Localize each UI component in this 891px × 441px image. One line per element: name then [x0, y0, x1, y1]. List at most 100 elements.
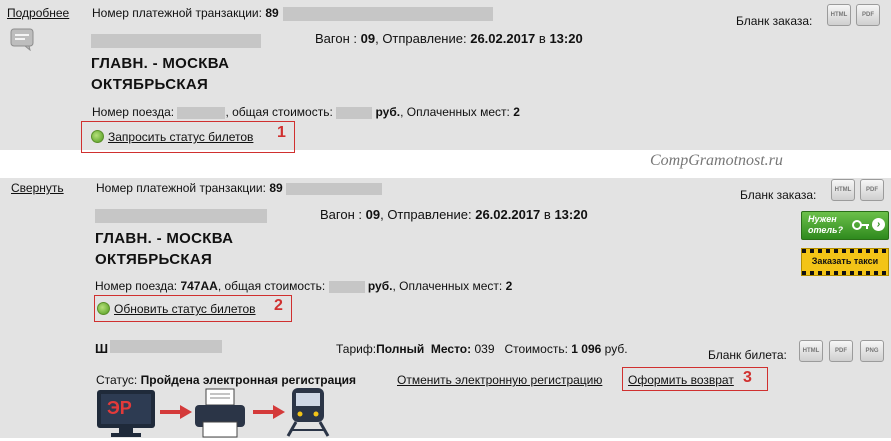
transaction-label: Номер платежной транзакции:	[96, 181, 266, 195]
departure-in: в	[538, 31, 546, 46]
redacted-passenger	[91, 34, 261, 48]
arrow-circle-icon: ›	[872, 218, 885, 231]
order-panel-2: Свернуть Номер платежной транзакции: 89 …	[0, 178, 891, 438]
train-row: Номер поезда: , общая стоимость: руб., О…	[92, 105, 520, 119]
ticket-details: Тариф:Полный Место: 039 Стоимость: 1 096…	[336, 342, 628, 356]
printer-icon	[193, 388, 247, 441]
route-from: ГЛАВН. - МОСКВА	[91, 55, 230, 72]
transaction-prefix: 89	[269, 181, 283, 195]
hotel-promo-label: Нужен отель?	[808, 214, 843, 235]
redacted-cost	[328, 280, 365, 293]
annotation-number-1: 1	[277, 124, 286, 141]
train-value: 747АА	[180, 279, 218, 293]
transaction-label: Номер платежной транзакции:	[92, 6, 262, 20]
wagon-departure: Вагон : 09, Отправление: 26.02.2017 в 13…	[320, 207, 588, 222]
seat-value: 039	[474, 342, 495, 356]
wagon-departure: Вагон : 09, Отправление: 26.02.2017 в 13…	[315, 31, 583, 46]
annotation-number-3: 3	[743, 369, 752, 386]
cancel-registration-link[interactable]: Отменить электронную регистрацию	[397, 373, 602, 387]
pdf-download-icon[interactable]: PDF	[860, 179, 884, 201]
details-link[interactable]: Подробнее	[7, 6, 69, 20]
wagon-value: 09	[365, 207, 381, 222]
passenger-initial: Ш	[95, 341, 109, 356]
transaction-prefix: 89	[265, 6, 279, 20]
redacted-transaction	[286, 182, 383, 195]
train-row: Номер поезда: 747АА, общая стоимость: ру…	[95, 279, 512, 293]
wagon-label: Вагон :	[315, 31, 357, 46]
status-label: Статус:	[96, 373, 138, 387]
departure-time: 13:20	[549, 31, 583, 46]
train-icon	[286, 386, 330, 441]
tariff-value: Полный	[376, 342, 425, 356]
status-value: Пройдена электронная регистрация	[140, 373, 357, 387]
key-icon	[852, 218, 870, 234]
currency: руб.	[367, 279, 393, 293]
tariff-label: Тариф:	[336, 342, 377, 356]
departure-date: 26.02.2017	[475, 207, 541, 222]
request-status-link[interactable]: Запросить статус билетов	[91, 130, 253, 144]
currency: руб.	[375, 105, 401, 119]
cost-label: , общая стоимость:	[225, 105, 333, 119]
redacted-passenger	[95, 209, 267, 223]
wagon-value: 09	[360, 31, 376, 46]
update-status-link[interactable]: Обновить статус билетов	[97, 302, 256, 316]
ticket-currency: руб.	[604, 342, 628, 356]
paid-value: 2	[505, 279, 513, 293]
taxi-checker-top	[802, 249, 888, 253]
paid-value: 2	[513, 105, 520, 119]
update-status-label[interactable]: Обновить статус билетов	[114, 302, 256, 316]
train-label: Номер поезда:	[95, 279, 178, 293]
route-from: ГЛАВН. - МОСКВА	[95, 230, 234, 247]
paid-label: , Оплаченных мест:	[400, 105, 510, 119]
hotel-promo-button[interactable]: Нужен отель? ›	[801, 211, 889, 240]
html-download-icon[interactable]: HTML	[831, 179, 855, 201]
departure-label: , Отправление:	[380, 207, 472, 222]
annotation-number-2: 2	[274, 297, 283, 314]
route-to: ОКТЯБРЬСКАЯ	[95, 251, 213, 268]
order-panel-1: Подробнее Номер платежной транзакции: 89…	[0, 0, 891, 153]
seat-label: Место:	[430, 342, 472, 356]
route-to: ОКТЯБРЬСКАЯ	[91, 76, 209, 93]
status-row: Статус: Пройдена электронная регистрация	[96, 373, 356, 387]
er-monitor-icon: ЭР	[95, 388, 157, 438]
wagon-label: Вагон :	[320, 207, 362, 222]
redacted-transaction	[283, 6, 494, 21]
redacted-train	[177, 106, 226, 119]
redacted-passenger-name	[110, 340, 222, 353]
request-status-label[interactable]: Запросить статус билетов	[108, 130, 253, 144]
departure-time: 13:20	[554, 207, 588, 222]
message-icon[interactable]	[10, 27, 34, 52]
transaction-row: Номер платежной транзакции: 89	[92, 6, 494, 21]
ticket-cost-value: 1 096	[571, 342, 602, 356]
ticket-form-label: Бланк билета:	[708, 348, 787, 362]
html-ticket-icon[interactable]: HTML	[799, 340, 823, 362]
pdf-download-icon[interactable]: PDF	[856, 4, 880, 26]
collapse-link[interactable]: Свернуть	[11, 181, 64, 195]
arrow-right-icon	[253, 405, 285, 422]
taxi-promo-label: Заказать такси	[811, 256, 879, 266]
refresh-icon	[91, 130, 104, 143]
er-badge: ЭР	[107, 398, 132, 418]
html-download-icon[interactable]: HTML	[827, 4, 851, 26]
pdf-ticket-icon[interactable]: PDF	[829, 340, 853, 362]
departure-in: в	[543, 207, 551, 222]
train-label: Номер поезда:	[92, 105, 175, 119]
taxi-promo-button[interactable]: Заказать такси	[801, 248, 889, 276]
route: ГЛАВН. - МОСКВА ОКТЯБРЬСКАЯ	[95, 228, 233, 270]
transaction-row: Номер платежной транзакции: 89	[96, 181, 383, 195]
refund-link[interactable]: Оформить возврат	[628, 373, 734, 387]
cost-label: , общая стоимость:	[217, 279, 326, 293]
order-form-label: Бланк заказа:	[740, 188, 817, 202]
departure-label: , Отправление:	[375, 31, 467, 46]
watermark: CompGramotnost.ru	[650, 152, 783, 169]
refresh-icon	[97, 302, 110, 315]
ticket-cost-label: Стоимость:	[504, 342, 568, 356]
order-form-label: Бланк заказа:	[736, 14, 813, 28]
png-ticket-icon[interactable]: PNG	[860, 340, 884, 362]
route: ГЛАВН. - МОСКВА ОКТЯБРЬСКАЯ	[91, 53, 229, 95]
departure-date: 26.02.2017	[470, 31, 536, 46]
arrow-right-icon	[160, 405, 192, 422]
redacted-cost	[336, 106, 373, 119]
taxi-checker-bottom	[802, 271, 888, 275]
paid-label: , Оплаченных мест:	[392, 279, 503, 293]
